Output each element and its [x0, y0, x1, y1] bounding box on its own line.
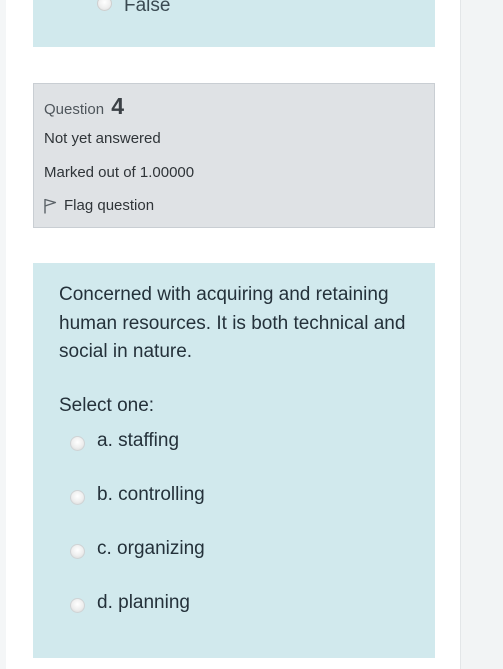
question-state: Not yet answered: [44, 130, 161, 147]
option-label[interactable]: c. organizing: [97, 537, 205, 561]
radio-option-d[interactable]: [70, 597, 85, 613]
question-number: 4: [111, 93, 125, 119]
question-info-box: Question 4 Not yet answered Marked out o…: [33, 83, 435, 228]
option-b-controlling[interactable]: b. controlling: [70, 481, 205, 509]
select-one-prompt: Select one:: [59, 395, 155, 416]
question-text: Concerned with acquiring and retaining h…: [59, 284, 406, 362]
flag-question-link[interactable]: Flag question: [43, 196, 154, 216]
radio-option-c[interactable]: [70, 543, 85, 559]
option-d-planning[interactable]: d. planning: [70, 589, 190, 617]
flag-outline-icon: [44, 198, 57, 214]
flag-question-label: Flag question: [64, 197, 155, 214]
question-label: Question: [44, 101, 105, 118]
previous-question-formulation: False: [33, 0, 435, 47]
radio-option-b[interactable]: [70, 489, 85, 505]
option-label[interactable]: a. staffing: [97, 429, 179, 453]
option-c-organizing[interactable]: c. organizing: [70, 535, 205, 563]
option-a-staffing[interactable]: a. staffing: [70, 427, 179, 455]
radio-false[interactable]: [97, 0, 112, 11]
right-side-panel: [460, 0, 503, 669]
option-label[interactable]: d. planning: [97, 591, 190, 615]
question-heading: Question 4: [44, 93, 124, 123]
option-label[interactable]: b. controlling: [97, 483, 205, 507]
question-formulation: Concerned with acquiring and retaining h…: [33, 263, 435, 658]
question-grade: Marked out of 1.00000: [44, 164, 195, 181]
radio-option-a[interactable]: [70, 435, 85, 451]
option-label-false[interactable]: False: [124, 0, 170, 18]
